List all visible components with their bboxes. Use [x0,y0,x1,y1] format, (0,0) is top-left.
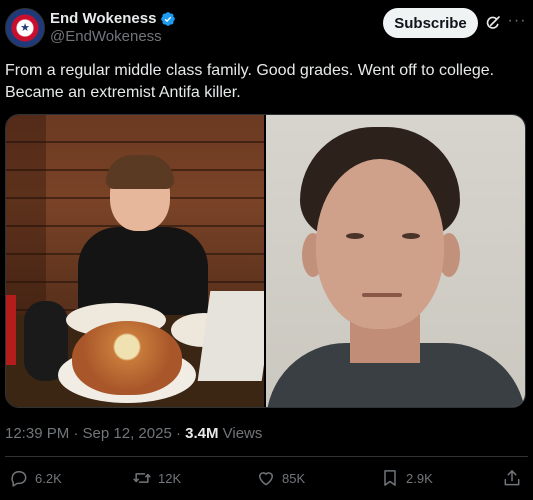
subscribe-button[interactable]: Subscribe [383,8,478,38]
bookmark-count: 2.9K [406,470,433,486]
action-bar: 6.2K 12K 85K 2.9K [5,468,528,492]
author-name-row: End Wokeness [50,10,176,27]
verified-badge-icon [161,11,176,26]
photo-boy-restaurant[interactable] [6,115,264,407]
blooming-onion [72,321,182,395]
tweet-meta: 12:39 PM · Sep 12, 2025 · 3.4M Views [5,425,262,442]
reply-count: 6.2K [35,470,62,486]
reply-button[interactable]: 6.2K [9,468,62,488]
avatar[interactable]: ★ [5,8,45,48]
tweet-text: From a regular middle class family. Good… [5,62,495,101]
divider [5,456,528,457]
reply-icon [11,471,27,487]
man-face [316,159,444,329]
retweet-count: 12K [158,470,182,486]
man-mouth [362,293,402,297]
like-count: 85K [282,470,306,486]
timestamp[interactable]: 12:39 PM · Sep 12, 2025 · [5,425,185,442]
views-count: 3.4M [185,425,219,442]
share-button[interactable] [502,468,522,488]
napkin [197,291,264,381]
bookmark-icon [384,470,396,486]
retweet-button[interactable]: 12K [132,468,181,488]
author-handle[interactable]: @EndWokeness [50,28,162,45]
media-grid [5,114,526,408]
bookmark-button[interactable]: 2.9K [380,468,433,488]
boy-hair [106,155,174,189]
heart-icon [259,472,273,486]
man-eye [346,233,364,239]
views-label: Views [218,425,263,442]
wall-shadow [6,115,46,315]
ketchup-bottle [6,295,16,365]
author-name[interactable]: End Wokeness [50,10,156,27]
like-button[interactable]: 85K [256,468,305,488]
photo-mugshot[interactable] [266,115,525,407]
eagle-seal-icon: ★ [20,22,30,35]
more-icon[interactable]: ··· [506,12,528,34]
retweet-icon [133,473,151,483]
man-eye [402,233,420,239]
grok-icon[interactable] [484,14,502,32]
share-icon [504,470,520,486]
